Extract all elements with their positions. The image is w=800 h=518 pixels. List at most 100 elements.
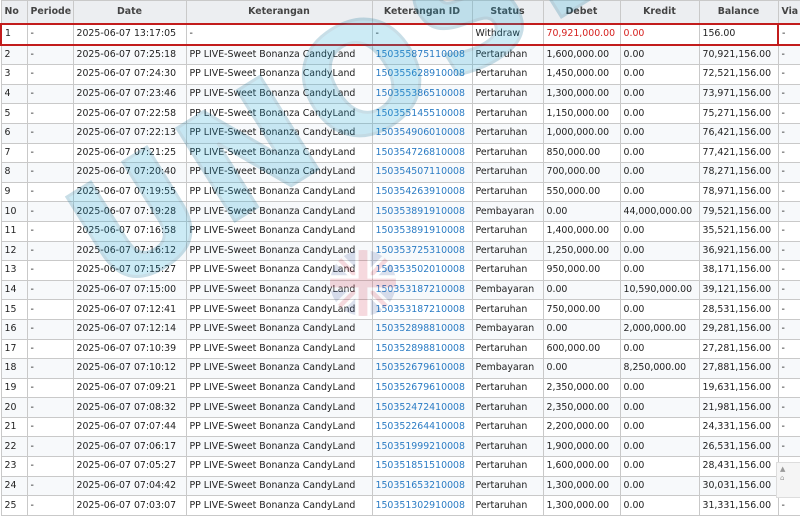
cell-balance: 39,121,156.00 <box>698 279 779 301</box>
cell-status: Pertaruhan <box>471 397 544 418</box>
col-header-via[interactable]: Via <box>777 0 800 25</box>
col-header-status[interactable]: Status <box>471 0 544 25</box>
cell-keterangan-id[interactable]: 150353891910008 <box>371 220 473 242</box>
cell-balance: 30,031,156.00 <box>698 475 779 497</box>
table-row[interactable]: 22-2025-06-07 07:06:17 PP LIVE-Sweet Bona… <box>0 436 800 458</box>
cell-keterangan-id[interactable]: 150352898810008 <box>371 318 473 340</box>
cell-keterangan-id[interactable]: 150351999210008 <box>371 436 473 458</box>
cell-no: 15 <box>0 299 28 320</box>
table-row[interactable]: 23-2025-06-07 07:05:27 PP LIVE-Sweet Bona… <box>0 456 800 477</box>
cell-keterangan-id[interactable]: 150354263910008 <box>371 181 473 203</box>
cell-no: 20 <box>0 397 28 418</box>
table-row[interactable]: 15-2025-06-07 07:12:41 PP LIVE-Sweet Bona… <box>0 299 800 320</box>
cell-keterangan-id[interactable]: 150355628910008 <box>371 64 473 85</box>
cell-via: - <box>777 299 800 320</box>
table-row[interactable]: 17-2025-06-07 07:10:39 PP LIVE-Sweet Bona… <box>0 338 800 360</box>
cell-keterangan-id[interactable]: 150351302910008 <box>371 495 473 516</box>
cell-balance: 156.00 <box>698 23 779 46</box>
cell-balance: 26,531,156.00 <box>698 436 779 458</box>
table-row[interactable]: 10-2025-06-07 07:19:28 PP LIVE-Sweet Bona… <box>0 201 800 222</box>
cell-status: Pertaruhan <box>471 162 544 183</box>
cell-keterangan-id[interactable]: 150355145510008 <box>371 103 473 124</box>
cell-kredit: 0.00 <box>619 377 700 399</box>
cell-keterangan-id[interactable]: 150352898810008 <box>371 338 473 360</box>
table-row[interactable]: 21-2025-06-07 07:07:44 PP LIVE-Sweet Bona… <box>0 416 800 438</box>
cell-status: Pertaruhan <box>471 44 544 66</box>
cell-date: 2025-06-07 07:09:21 <box>72 377 187 399</box>
cell-keterangan-id[interactable]: 150355875110008 <box>371 44 473 66</box>
cell-keterangan-id[interactable]: 150352679610008 <box>371 358 473 379</box>
cell-keterangan-id[interactable]: 150352264410008 <box>371 416 473 438</box>
col-header-keterangan-id[interactable]: Keterangan ID <box>371 0 473 25</box>
table-row[interactable]: 19-2025-06-07 07:09:21 PP LIVE-Sweet Bona… <box>0 377 800 399</box>
table-row[interactable]: 24-2025-06-07 07:04:42 PP LIVE-Sweet Bona… <box>0 475 800 497</box>
col-header-no[interactable]: No <box>0 0 28 25</box>
cell-via: - <box>777 358 800 379</box>
cell-keterangan-id[interactable]: 150353725310008 <box>371 240 473 262</box>
cell-status: Pertaruhan <box>471 122 544 144</box>
cell-keterangan: PP LIVE-Sweet Bonanza CandyLand <box>185 240 373 262</box>
col-header-kredit[interactable]: Kredit <box>619 0 700 25</box>
cell-keterangan-id[interactable]: 150354507110008 <box>371 162 473 183</box>
cell-status: Pertaruhan <box>471 416 544 438</box>
cell-periode: - <box>26 475 74 497</box>
table-row[interactable]: 11-2025-06-07 07:16:58 PP LIVE-Sweet Bona… <box>0 220 800 242</box>
col-header-periode[interactable]: Periode <box>26 0 74 25</box>
col-header-balance[interactable]: Balance <box>698 0 779 25</box>
table-row[interactable]: 25-2025-06-07 07:03:07 PP LIVE-Sweet Bona… <box>0 495 800 516</box>
table-row[interactable]: 4-2025-06-07 07:23:46 PP LIVE-Sweet Bonan… <box>0 83 800 105</box>
table-row[interactable]: 9-2025-06-07 07:19:55 PP LIVE-Sweet Bonan… <box>0 181 800 203</box>
table-row[interactable]: 20-2025-06-07 07:08:32 PP LIVE-Sweet Bona… <box>0 397 800 418</box>
cell-debet: 1,300,000.00 <box>542 495 621 516</box>
cell-keterangan-id[interactable]: 150353187210008 <box>371 279 473 301</box>
table-row[interactable]: 14-2025-06-07 07:15:00 PP LIVE-Sweet Bona… <box>0 279 800 301</box>
table-row[interactable]: 8-2025-06-07 07:20:40 PP LIVE-Sweet Bonan… <box>0 162 800 183</box>
recaptcha-badge-icon[interactable]: ▲ ⌂ <box>776 462 800 498</box>
cell-via: - <box>777 122 800 144</box>
table-row[interactable]: 7-2025-06-07 07:21:25 PP LIVE-Sweet Bonan… <box>0 142 800 164</box>
col-header-keterangan[interactable]: Keterangan <box>185 0 373 25</box>
cell-via: - <box>777 338 800 360</box>
table-row[interactable]: 13-2025-06-07 07:15:27 PP LIVE-Sweet Bona… <box>0 260 800 281</box>
cell-no: 7 <box>0 142 28 164</box>
cell-debet: 1,300,000.00 <box>542 475 621 497</box>
cell-keterangan-id[interactable]: 150354906010008 <box>371 122 473 144</box>
cell-balance: 70,921,156.00 <box>698 44 779 66</box>
cell-keterangan-id[interactable]: 150352472410008 <box>371 397 473 418</box>
cell-via: - <box>777 181 800 203</box>
cell-keterangan: PP LIVE-Sweet Bonanza CandyLand <box>185 279 373 301</box>
table-row[interactable]: 5-2025-06-07 07:22:58 PP LIVE-Sweet Bonan… <box>0 103 800 124</box>
cell-periode: - <box>26 456 74 477</box>
cell-keterangan-id[interactable]: 150352679610008 <box>371 377 473 399</box>
cell-balance: 73,971,156.00 <box>698 83 779 105</box>
cell-keterangan-id[interactable]: 150353187210008 <box>371 299 473 320</box>
table-row[interactable]: 16-2025-06-07 07:12:14 PP LIVE-Sweet Bona… <box>0 318 800 340</box>
cell-keterangan-id[interactable]: 150351851510008 <box>371 456 473 477</box>
table-row[interactable]: 6-2025-06-07 07:22:13 PP LIVE-Sweet Bonan… <box>0 122 800 144</box>
table-row[interactable]: 2-2025-06-07 07:25:18 PP LIVE-Sweet Bonan… <box>0 44 800 66</box>
cell-keterangan-id[interactable]: 150354726810008 <box>371 142 473 164</box>
cell-keterangan: PP LIVE-Sweet Bonanza CandyLand <box>185 64 373 85</box>
cell-balance: 21,981,156.00 <box>698 397 779 418</box>
cell-balance: 78,271,156.00 <box>698 162 779 183</box>
cell-via: - <box>777 201 800 222</box>
cell-periode: - <box>26 495 74 516</box>
cell-periode: - <box>26 23 74 46</box>
cell-debet: 600,000.00 <box>542 338 621 360</box>
cell-status: Pertaruhan <box>471 338 544 360</box>
cell-via: - <box>777 260 800 281</box>
cell-kredit: 0.00 <box>619 397 700 418</box>
table-row[interactable]: 3-2025-06-07 07:24:30 PP LIVE-Sweet Bonan… <box>0 64 800 85</box>
cell-keterangan-id[interactable]: 150355386510008 <box>371 83 473 105</box>
table-row[interactable]: 12-2025-06-07 07:16:12 PP LIVE-Sweet Bona… <box>0 240 800 262</box>
col-header-date[interactable]: Date <box>72 0 187 25</box>
table-row[interactable]: 18-2025-06-07 07:10:12 PP LIVE-Sweet Bona… <box>0 358 800 379</box>
cell-keterangan-id[interactable]: 150353502010008 <box>371 260 473 281</box>
table-row[interactable]: 1-2025-06-07 13:17:05- - Withdraw 70,921,00… <box>0 23 800 46</box>
cell-keterangan-id[interactable]: 150351653210008 <box>371 475 473 497</box>
cell-balance: 79,521,156.00 <box>698 201 779 222</box>
cell-date: 2025-06-07 07:19:28 <box>72 201 187 222</box>
col-header-debet[interactable]: Debet <box>542 0 621 25</box>
cell-date: 2025-06-07 07:03:07 <box>72 495 187 516</box>
cell-keterangan-id[interactable]: 150353891910008 <box>371 201 473 222</box>
